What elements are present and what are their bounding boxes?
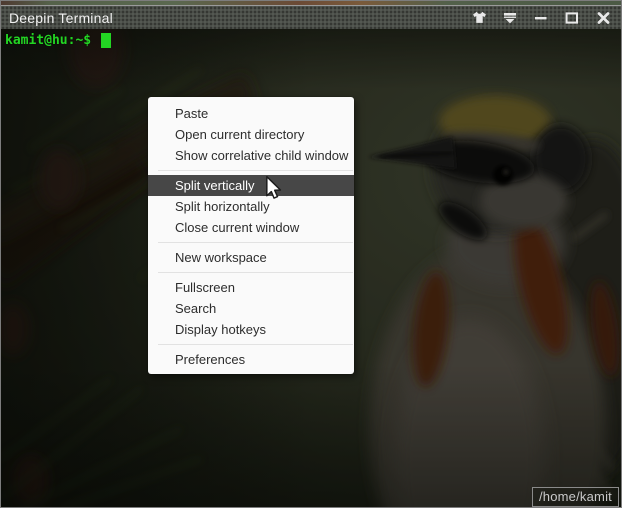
prompt-text: kamit@hu:~$ bbox=[5, 33, 92, 48]
context-menu: Paste Open current directory Show correl… bbox=[148, 97, 354, 374]
menu-item-close-current-window[interactable]: Close current window bbox=[148, 217, 354, 238]
mouse-pointer-icon bbox=[265, 175, 282, 205]
maximize-icon[interactable] bbox=[564, 10, 580, 26]
deepin-terminal-window: Deepin Terminal kamit@hu:~$ /home/kamit … bbox=[0, 0, 622, 508]
dropdown-arrow-icon[interactable] bbox=[502, 10, 518, 26]
menu-separator bbox=[158, 272, 353, 273]
menu-item-fullscreen[interactable]: Fullscreen bbox=[148, 277, 354, 298]
menu-item-split-vertically[interactable]: Split vertically bbox=[148, 175, 354, 196]
menu-item-split-horizontally[interactable]: Split horizontally bbox=[148, 196, 354, 217]
terminal-cursor bbox=[101, 33, 112, 48]
window-controls bbox=[471, 10, 611, 26]
menu-item-open-current-directory[interactable]: Open current directory bbox=[148, 124, 354, 145]
menu-item-new-workspace[interactable]: New workspace bbox=[148, 247, 354, 268]
menu-item-display-hotkeys[interactable]: Display hotkeys bbox=[148, 319, 354, 340]
minimize-icon[interactable] bbox=[533, 10, 549, 26]
menu-item-paste[interactable]: Paste bbox=[148, 103, 354, 124]
window-title: Deepin Terminal bbox=[9, 9, 113, 26]
menu-separator bbox=[158, 242, 353, 243]
menu-item-preferences[interactable]: Preferences bbox=[148, 349, 354, 370]
current-path-hint: /home/kamit bbox=[531, 487, 619, 507]
menu-item-search[interactable]: Search bbox=[148, 298, 354, 319]
close-icon[interactable] bbox=[595, 10, 611, 26]
menu-item-show-correlative-child-window[interactable]: Show correlative child window bbox=[148, 145, 354, 166]
shell-prompt[interactable]: kamit@hu:~$ bbox=[5, 33, 112, 48]
menu-separator bbox=[158, 344, 353, 345]
titlebar[interactable]: Deepin Terminal bbox=[1, 5, 621, 30]
menu-separator bbox=[158, 170, 353, 171]
theme-tshirt-icon[interactable] bbox=[471, 10, 487, 26]
